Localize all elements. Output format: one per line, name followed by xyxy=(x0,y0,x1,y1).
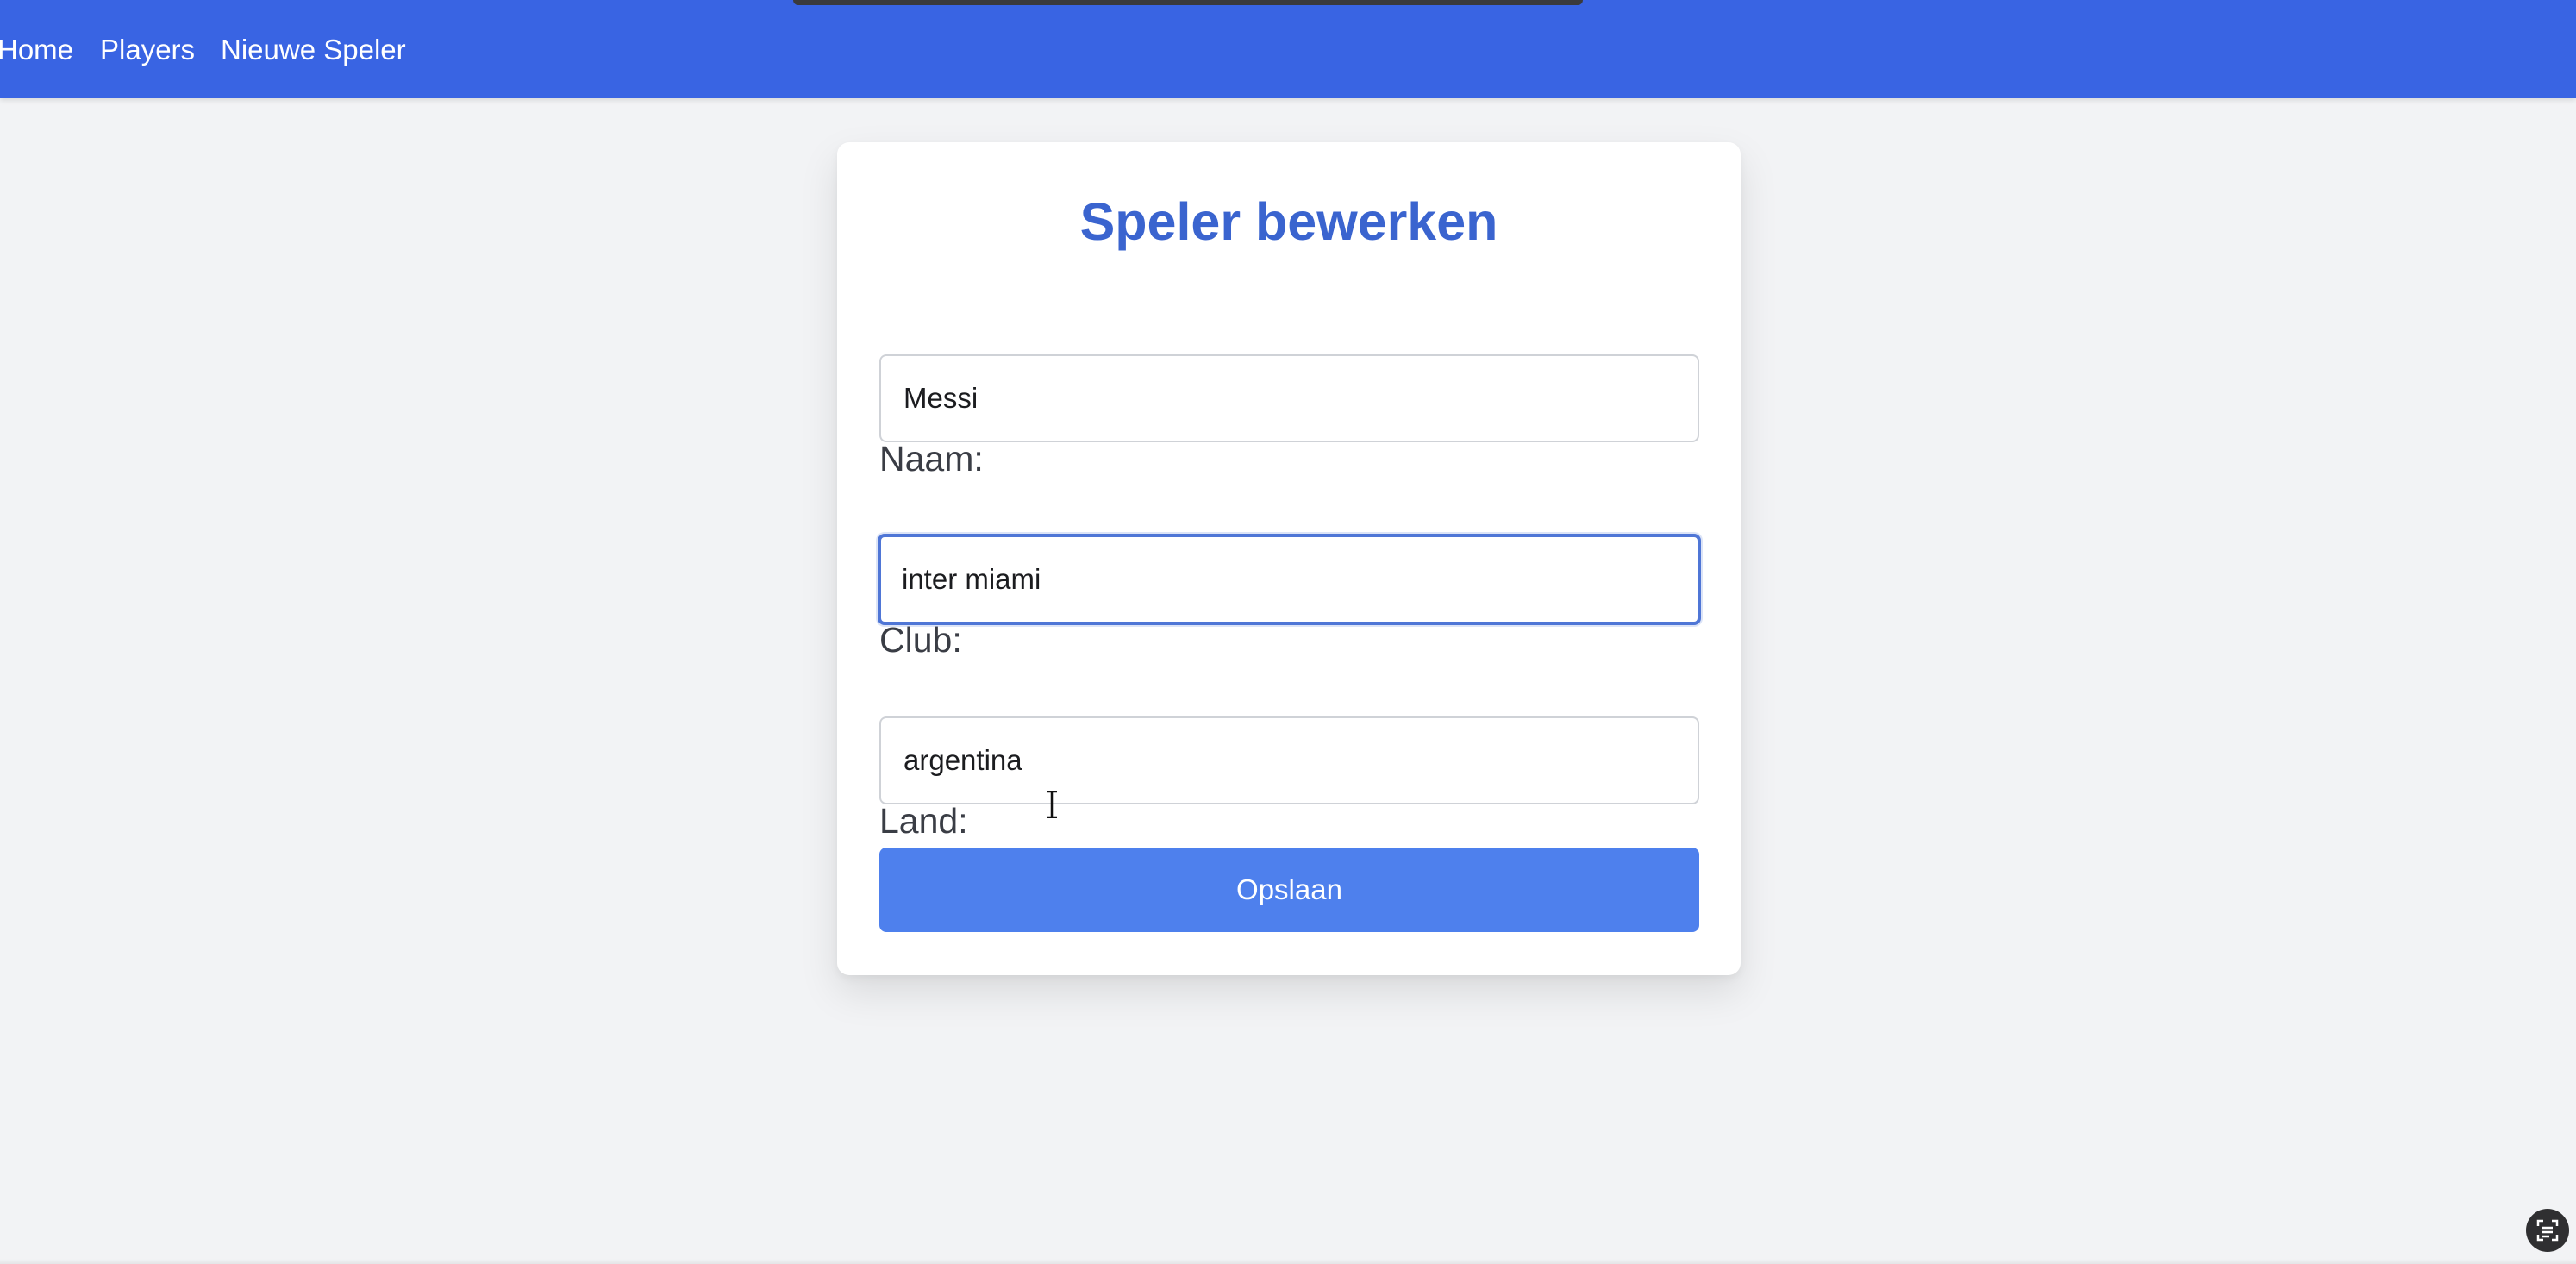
live-text-icon[interactable] xyxy=(2526,1209,2569,1252)
name-label: Naam: xyxy=(879,439,984,479)
club-input[interactable] xyxy=(878,534,1701,625)
nav-link-home[interactable]: Home xyxy=(0,31,73,69)
window-bottom-edge xyxy=(0,1259,2576,1264)
i-beam-cursor-icon xyxy=(1047,791,1057,818)
page-title: Speler bewerken xyxy=(1079,192,1498,251)
country-input[interactable] xyxy=(879,716,1699,804)
nav-link-new-player[interactable]: Nieuwe Speler xyxy=(221,31,406,69)
text-scan-icon xyxy=(2536,1219,2559,1242)
edit-player-card: Speler bewerken Naam: Club: Land: Opslaa… xyxy=(837,142,1741,975)
name-input[interactable] xyxy=(879,354,1699,442)
camera-notch xyxy=(793,0,1583,5)
save-button[interactable]: Opslaan xyxy=(879,848,1699,932)
country-label: Land: xyxy=(879,801,968,841)
top-navbar: Home Players Nieuwe Speler xyxy=(0,0,2576,98)
nav-link-players[interactable]: Players xyxy=(100,31,195,69)
